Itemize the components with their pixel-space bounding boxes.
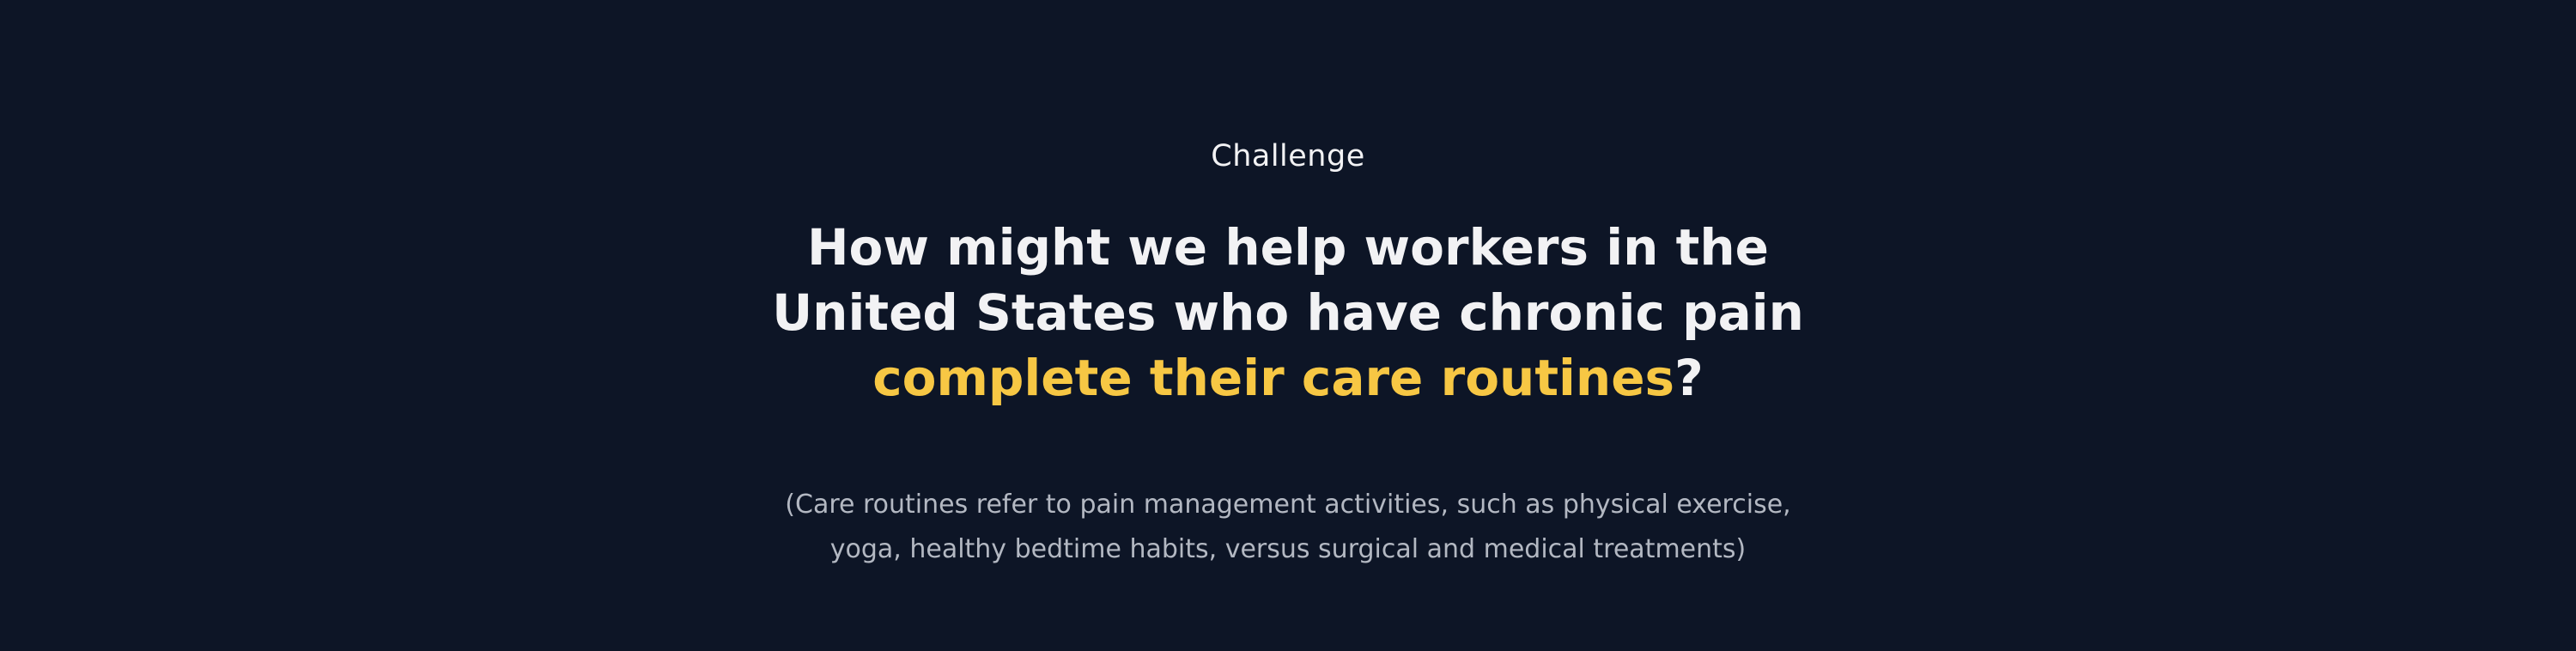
note-line-2: yoga, healthy bedtime habits, versus sur…: [829, 534, 1747, 564]
headline-highlight: complete their care routines: [872, 349, 1675, 407]
headline-line-1: How might we help workers in the: [807, 218, 1769, 277]
note-line-1: (Care routines refer to pain management …: [785, 490, 1791, 520]
headline-question-mark: ?: [1674, 349, 1704, 407]
challenge-headline: How might we help workers in the United …: [0, 215, 2576, 411]
care-routines-note: (Care routines refer to pain management …: [0, 483, 2576, 572]
headline-line-2: United States who have chronic pain: [772, 283, 1804, 342]
headline-line-3: complete their care routines?: [0, 345, 2576, 411]
section-eyebrow: Challenge: [1211, 139, 1365, 173]
challenge-section: Challenge How might we help workers in t…: [0, 0, 2576, 651]
